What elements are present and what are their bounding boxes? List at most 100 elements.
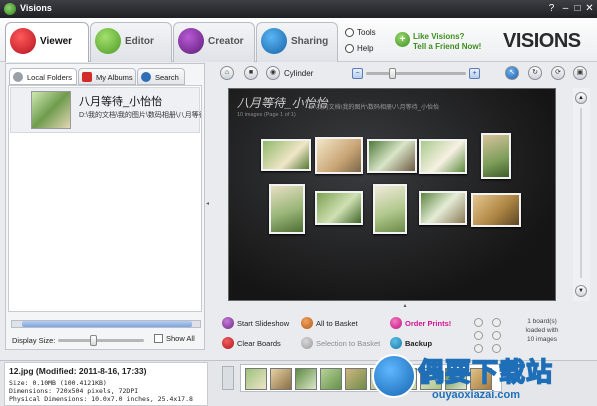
all-to-basket-button[interactable]: All to Basket bbox=[301, 317, 358, 329]
left-panel: Local Folders My Albums Search 八月等待_小怡怡 … bbox=[5, 63, 205, 350]
album-icon bbox=[82, 72, 92, 82]
help-window-button[interactable]: ? bbox=[545, 2, 558, 15]
photo-thumbnail[interactable] bbox=[471, 193, 521, 227]
help-label: Help bbox=[357, 44, 374, 53]
main-tabs-header: Viewer Editor Creator Sharing Tools Help… bbox=[0, 18, 597, 62]
filmstrip-thumbnail[interactable] bbox=[320, 368, 342, 390]
window-title: Visions bbox=[20, 3, 52, 13]
slideshow-icon bbox=[222, 317, 234, 329]
folder-list-item[interactable]: 八月等待_小怡怡 D:\我的文档\我的图片\数码相册\八月等待_小怡怡 bbox=[10, 87, 201, 133]
refresh-icon[interactable]: ⟳ bbox=[551, 66, 565, 80]
backup-button[interactable]: Backup bbox=[390, 337, 432, 349]
search-icon bbox=[141, 72, 151, 82]
start-slideshow-button[interactable]: Start Slideshow bbox=[222, 317, 289, 329]
backup-icon bbox=[390, 337, 402, 349]
board-expand-handle[interactable]: ▴ bbox=[398, 302, 412, 309]
tools-menu[interactable]: Tools bbox=[345, 28, 376, 37]
photo-thumbnail[interactable] bbox=[269, 184, 305, 234]
filmstrip-thumbnail[interactable] bbox=[345, 368, 367, 390]
photo-thumbnail[interactable] bbox=[315, 191, 363, 225]
photo-thumbnail[interactable] bbox=[261, 139, 311, 171]
clear-icon bbox=[222, 337, 234, 349]
photo-thumbnail[interactable] bbox=[419, 191, 467, 225]
photo-thumbnail[interactable] bbox=[315, 137, 363, 174]
filmstrip-thumbnail[interactable] bbox=[245, 368, 267, 390]
photo-thumbnail[interactable] bbox=[373, 184, 407, 234]
camera-icon[interactable]: ■ bbox=[244, 66, 258, 80]
scroll-track[interactable] bbox=[580, 108, 582, 278]
tab-creator[interactable]: Creator bbox=[173, 22, 255, 62]
folder-list-scrollbar[interactable] bbox=[11, 320, 201, 328]
zoom-out-button[interactable]: − bbox=[352, 68, 363, 79]
photo-thumbnail[interactable] bbox=[367, 139, 417, 173]
tab-local-folders[interactable]: Local Folders bbox=[9, 68, 77, 85]
board-nav-icon[interactable] bbox=[474, 331, 483, 340]
show-all-label: Show All bbox=[166, 334, 195, 343]
board-info-line-2: loaded with bbox=[525, 327, 559, 334]
close-button[interactable]: ✕ bbox=[583, 2, 596, 15]
board-info-line-1: 1 board(s) bbox=[527, 318, 557, 325]
filmstrip-thumbnail[interactable] bbox=[270, 368, 292, 390]
zoom-slider-knob[interactable] bbox=[389, 68, 396, 79]
board-toolbar: ⌂ ■ ◉ Cylinder − + ↖ ↻ ⟳ ▣ bbox=[216, 63, 594, 85]
tab-my-albums[interactable]: My Albums bbox=[78, 68, 136, 85]
watermark-logo-icon bbox=[372, 354, 416, 398]
tools-label: Tools bbox=[357, 28, 376, 37]
board-nav-icon[interactable] bbox=[474, 318, 483, 327]
board-info: 1 board(s) loaded with 10 images bbox=[520, 317, 564, 344]
tab-editor[interactable]: Editor bbox=[90, 22, 172, 62]
scroll-up-icon[interactable]: ▲ bbox=[575, 92, 587, 104]
show-all-checkbox[interactable]: Show All bbox=[154, 334, 195, 343]
tab-sharing-label: Sharing bbox=[291, 36, 329, 47]
title-bar: Visions ? – □ ✕ bbox=[0, 0, 597, 18]
watermark-title: 偶要下载站 bbox=[417, 356, 554, 388]
scroll-down-icon[interactable]: ▼ bbox=[575, 285, 587, 297]
tab-viewer[interactable]: Viewer bbox=[5, 22, 89, 62]
all-to-basket-label: All to Basket bbox=[316, 319, 358, 328]
folder-thumbnail bbox=[31, 91, 71, 129]
clear-boards-button[interactable]: Clear Boards bbox=[222, 337, 281, 349]
creator-icon bbox=[178, 28, 204, 54]
file-info-physical: Physical Dimensions: 10.0x7.0 inches, 25… bbox=[9, 395, 193, 403]
order-prints-button[interactable]: Order Prints! bbox=[390, 317, 451, 329]
order-prints-label: Order Prints! bbox=[405, 319, 452, 328]
print-icon bbox=[390, 317, 402, 329]
tools-icon bbox=[345, 28, 354, 37]
tab-sharing[interactable]: Sharing bbox=[256, 22, 338, 62]
tab-viewer-label: Viewer bbox=[40, 36, 73, 47]
fullscreen-icon[interactable]: ▣ bbox=[573, 66, 587, 80]
cylinder-view-icon[interactable]: ◉ bbox=[266, 66, 280, 80]
board-scrollbar[interactable]: ▲ ▼ bbox=[573, 88, 590, 301]
selection-to-basket-button[interactable]: Selection to Basket bbox=[301, 337, 380, 349]
tab-search[interactable]: Search bbox=[137, 68, 185, 85]
display-size-slider[interactable] bbox=[58, 335, 144, 346]
scrollbar-thumb[interactable] bbox=[22, 321, 192, 327]
display-size-slider-knob[interactable] bbox=[90, 335, 97, 346]
help-menu[interactable]: Help bbox=[345, 44, 373, 53]
brush-icon bbox=[95, 28, 121, 54]
board-nav-icon[interactable] bbox=[492, 318, 501, 327]
zoom-in-button[interactable]: + bbox=[469, 68, 480, 79]
rotate-icon[interactable]: ↻ bbox=[528, 66, 542, 80]
visions-window: Visions ? – □ ✕ Viewer Editor Creator Sh… bbox=[0, 0, 597, 406]
promo-line-2: Tell a Friend Now! bbox=[413, 42, 482, 51]
navigation-icon[interactable]: ↖ bbox=[505, 66, 519, 80]
zoom-slider[interactable] bbox=[366, 68, 466, 79]
filmstrip-scroll-left[interactable] bbox=[222, 366, 234, 390]
board-nav-icon[interactable] bbox=[492, 331, 501, 340]
display-size-label: Display Size: bbox=[12, 336, 56, 345]
app-logo-icon bbox=[4, 3, 16, 15]
plus-icon: + bbox=[395, 32, 410, 47]
filmstrip-thumbnail[interactable] bbox=[295, 368, 317, 390]
basket-icon bbox=[301, 317, 313, 329]
photo-thumbnail[interactable] bbox=[419, 139, 467, 174]
view-mode-label[interactable]: Cylinder bbox=[284, 69, 313, 78]
home-icon[interactable]: ⌂ bbox=[220, 66, 234, 80]
collapse-panel-handle[interactable]: ◂ bbox=[206, 200, 212, 214]
tab-editor-label: Editor bbox=[125, 36, 154, 47]
photo-thumbnail[interactable] bbox=[481, 133, 511, 179]
photo-board[interactable]: 八月等待_小怡怡 D:\我的文档\我的图片\数码相册\八月等待_小怡怡 10 i… bbox=[228, 88, 556, 301]
tab-search-label: Search bbox=[155, 73, 179, 82]
board-path: D:\我的文档\我的图片\数码相册\八月等待_小怡怡 bbox=[309, 105, 440, 111]
file-info-panel: 12.jpg (Modified: 2011-8-16, 17:33) Size… bbox=[4, 362, 208, 406]
